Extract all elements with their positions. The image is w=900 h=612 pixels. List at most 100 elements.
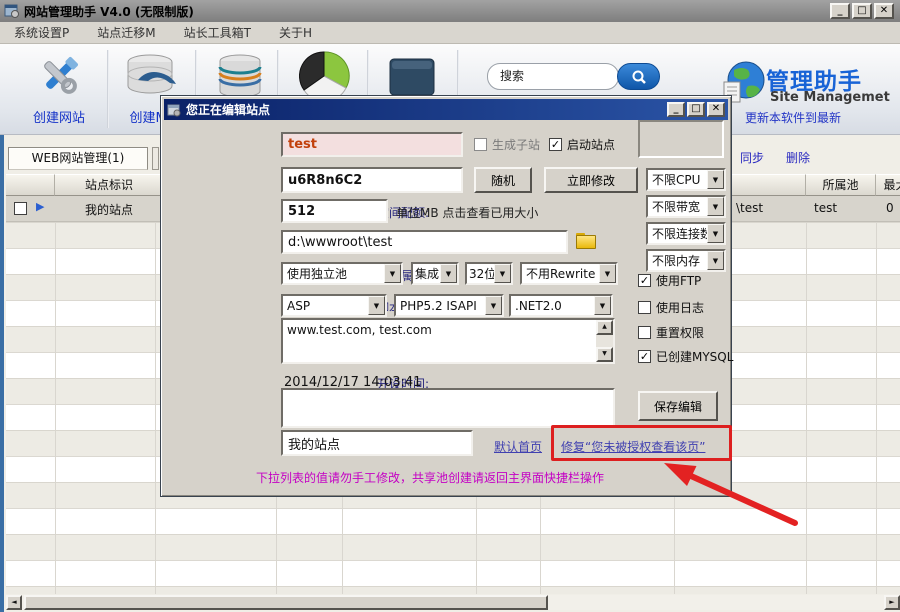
window-left-border bbox=[0, 135, 4, 612]
reset-permission-checkbox[interactable]: 重置权限 bbox=[638, 324, 704, 341]
chevron-down-icon[interactable]: ▼ bbox=[707, 251, 724, 270]
search-input[interactable]: 搜索 bbox=[487, 63, 619, 90]
scroll-down-button[interactable]: ▼ bbox=[596, 347, 613, 362]
checkbox-label: 已创建MYSQL bbox=[656, 348, 733, 365]
asp-select[interactable]: ASP ▼ bbox=[281, 294, 387, 317]
default-page-link[interactable]: 默认首页 bbox=[494, 438, 542, 455]
chevron-down-icon[interactable]: ▼ bbox=[494, 264, 511, 283]
site-tag-input[interactable]: 我的站点 bbox=[281, 430, 473, 456]
select-value: 不限CPU bbox=[648, 171, 707, 188]
bind-domain-textarea[interactable]: www.test.com, test.com ▲ ▼ bbox=[281, 318, 615, 364]
checkbox-box[interactable]: ✓ bbox=[638, 274, 651, 287]
mysql-created-checkbox[interactable]: ✓ 已创建MYSQL bbox=[638, 348, 733, 365]
start-site-checkbox[interactable]: ✓ 启动站点 bbox=[549, 136, 615, 153]
search-icon bbox=[631, 69, 647, 85]
window-minimize-button[interactable]: _ bbox=[830, 3, 850, 19]
select-value: 32位 bbox=[467, 265, 494, 282]
dialog-titlebar: 您正在编辑站点 _ □ ✕ bbox=[164, 99, 728, 120]
header-max[interactable]: 最大 bbox=[876, 174, 900, 196]
random-password-button[interactable]: 随机 bbox=[474, 167, 532, 193]
ftp-quota-input[interactable]: 512 bbox=[281, 199, 388, 223]
chevron-down-icon[interactable]: ▼ bbox=[440, 264, 457, 283]
row-site-label: 我的站点 bbox=[85, 201, 133, 218]
connection-limit-select[interactable]: 不限连接数 ▼ bbox=[646, 222, 726, 245]
checkbox-box[interactable]: ✓ bbox=[638, 350, 651, 363]
dialog-close-button[interactable]: ✕ bbox=[707, 102, 725, 117]
checkbox-box[interactable] bbox=[474, 138, 487, 151]
grid-line bbox=[55, 222, 56, 594]
window-close-button[interactable]: ✕ bbox=[874, 3, 894, 19]
checkbox-label: 生成子站 bbox=[492, 136, 540, 153]
scrollbar-thumb[interactable] bbox=[24, 595, 548, 610]
chevron-down-icon[interactable]: ▼ bbox=[599, 264, 616, 283]
dotnet-select[interactable]: .NET2.0 ▼ bbox=[509, 294, 613, 317]
select-value: 不用Rewrite bbox=[522, 265, 599, 282]
php-select[interactable]: PHP5.2 ISAPI ▼ bbox=[394, 294, 504, 317]
header-checkbox-col[interactable] bbox=[6, 174, 55, 196]
checkbox-box[interactable] bbox=[638, 326, 651, 339]
row-play-icon[interactable]: ▶ bbox=[36, 200, 44, 213]
menu-system-settings[interactable]: 系统设置P bbox=[14, 24, 69, 41]
select-value: 不限带宽 bbox=[648, 198, 707, 215]
remark-textarea[interactable] bbox=[281, 388, 615, 428]
bitness-select[interactable]: 32位 ▼ bbox=[465, 262, 513, 285]
row-checkbox[interactable] bbox=[14, 202, 27, 215]
chevron-down-icon[interactable]: ▼ bbox=[707, 224, 724, 243]
logo-subtitle: Site Managemet bbox=[770, 90, 890, 105]
menu-about[interactable]: 关于H bbox=[279, 24, 312, 41]
menu-webmaster-tools[interactable]: 站长工具箱T bbox=[184, 24, 251, 41]
create-site-button[interactable]: 创建网站 bbox=[14, 52, 104, 126]
chevron-down-icon[interactable]: ▼ bbox=[485, 296, 502, 315]
select-value: PHP5.2 ISAPI bbox=[396, 299, 485, 313]
search-button[interactable] bbox=[617, 63, 660, 90]
grid-line bbox=[806, 222, 807, 594]
dialog-minimize-button[interactable]: _ bbox=[667, 102, 685, 117]
select-value: .NET2.0 bbox=[511, 299, 594, 313]
select-value: ASP bbox=[283, 299, 368, 313]
chevron-down-icon[interactable]: ▼ bbox=[707, 170, 724, 189]
checkbox-box[interactable] bbox=[638, 301, 651, 314]
row-pool: test bbox=[814, 201, 837, 215]
table-actions: 同步 删除 bbox=[740, 149, 810, 166]
pipeline-mode-select[interactable]: 集成 ▼ bbox=[411, 262, 459, 285]
chevron-down-icon[interactable]: ▼ bbox=[384, 264, 401, 283]
row-path: \test bbox=[736, 201, 763, 215]
action-delete-link[interactable]: 删除 bbox=[786, 149, 810, 166]
update-software-link[interactable]: 更新本软件到最新 bbox=[745, 109, 841, 126]
cpu-limit-select[interactable]: 不限CPU ▼ bbox=[646, 168, 726, 191]
action-sync-link[interactable]: 同步 bbox=[740, 149, 764, 166]
chevron-down-icon[interactable]: ▼ bbox=[707, 197, 724, 216]
quota-hint[interactable]: 单位MB 点击查看已用大小 bbox=[396, 204, 538, 221]
menu-site-migration[interactable]: 站点迁移M bbox=[97, 24, 155, 41]
header-pool[interactable]: 所属池 bbox=[806, 174, 876, 196]
tab-web-site-management[interactable]: WEB网站管理(1) bbox=[8, 147, 148, 170]
panel-button[interactable] bbox=[382, 58, 442, 99]
ftp-root-input[interactable]: d:\wwwroot\test bbox=[281, 230, 568, 254]
scroll-up-button[interactable]: ▲ bbox=[596, 320, 613, 335]
bandwidth-limit-select[interactable]: 不限带宽 ▼ bbox=[646, 195, 726, 218]
textarea-scrollbar: ▲ ▼ bbox=[596, 320, 613, 362]
grid-line bbox=[155, 222, 156, 594]
use-ftp-checkbox[interactable]: ✓ 使用FTP bbox=[638, 272, 701, 289]
scroll-right-button[interactable]: ► bbox=[884, 595, 900, 610]
save-edit-button[interactable]: 保存编辑 bbox=[638, 391, 718, 421]
open-folder-icon[interactable] bbox=[576, 233, 594, 248]
chevron-down-icon[interactable]: ▼ bbox=[594, 296, 611, 315]
window-maximize-button[interactable]: □ bbox=[852, 3, 872, 19]
scroll-left-button[interactable]: ◄ bbox=[6, 595, 22, 610]
modify-now-button[interactable]: 立即修改 bbox=[544, 167, 638, 193]
tab-partial bbox=[152, 147, 159, 170]
dialog-bottom-hint: 下拉列表的值请勿手工修改，共享池创建请返回主界面快捷栏操作 bbox=[256, 469, 604, 486]
use-log-checkbox[interactable]: 使用日志 bbox=[638, 299, 704, 316]
rewrite-select[interactable]: 不用Rewrite ▼ bbox=[520, 262, 618, 285]
chevron-down-icon[interactable]: ▼ bbox=[368, 296, 385, 315]
pool-select[interactable]: 使用独立池 ▼ bbox=[281, 262, 403, 285]
checkbox-box[interactable]: ✓ bbox=[549, 138, 562, 151]
site-name-input[interactable]: test bbox=[281, 132, 463, 157]
generate-subsite-checkbox[interactable]: 生成子站 bbox=[474, 136, 540, 153]
memory-limit-select[interactable]: 不限内存 ▼ bbox=[646, 249, 726, 272]
dialog-maximize-button[interactable]: □ bbox=[687, 102, 705, 117]
app-icon bbox=[4, 3, 20, 19]
dialog-title: 您正在编辑站点 bbox=[186, 101, 665, 118]
ftp-password-input[interactable]: u6R8n6C2 bbox=[281, 167, 463, 193]
